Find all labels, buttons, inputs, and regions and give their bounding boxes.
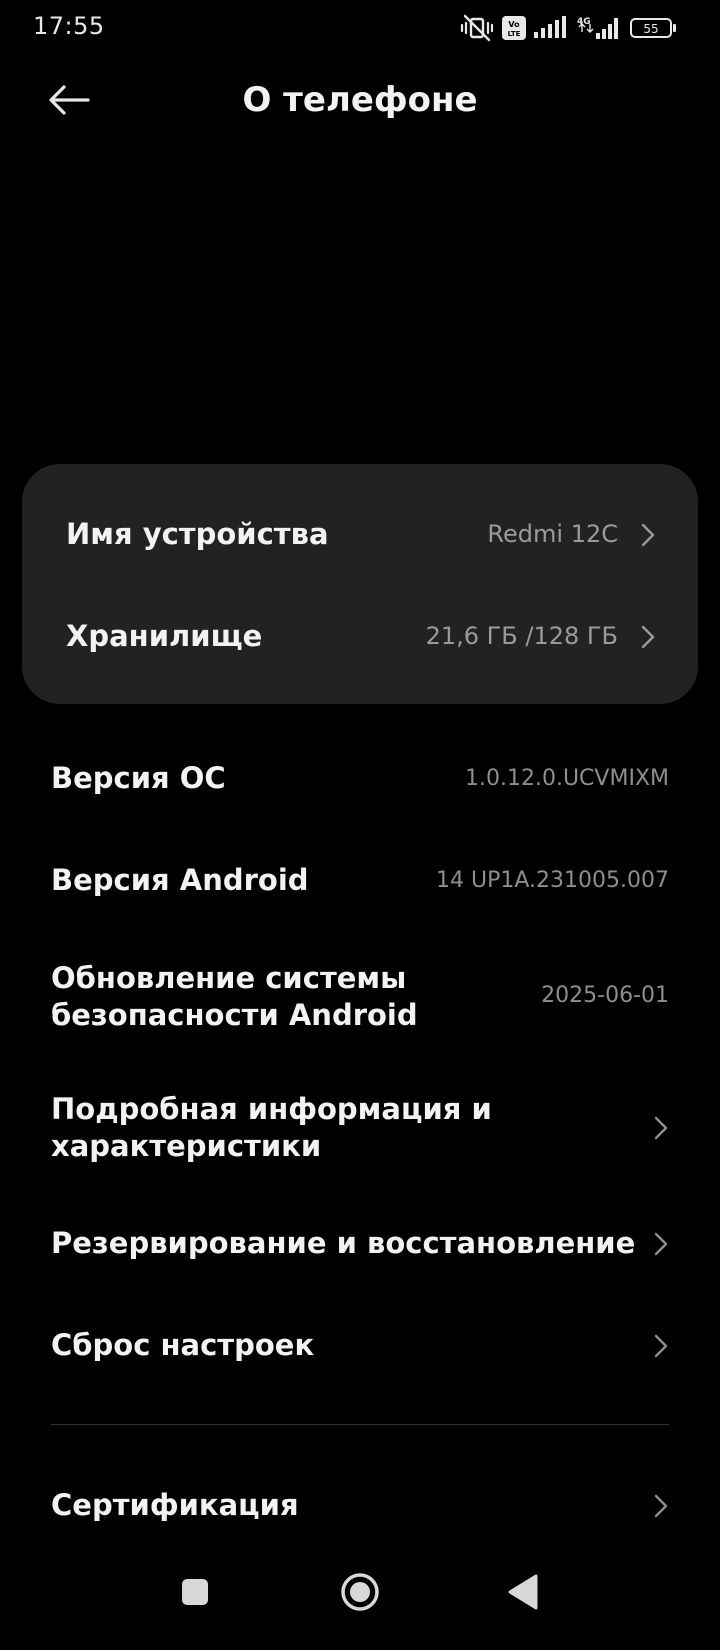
home-button[interactable] [336, 1566, 384, 1618]
chevron-right-icon [654, 1116, 668, 1140]
os-version-row: Версия ОС 1.0.12.0.UCVMIXM [0, 752, 720, 806]
android-version-value: 14 UP1A.231005.007 [436, 868, 669, 893]
battery-icon: 55 [630, 16, 678, 40]
os-version-label: Версия ОС [51, 761, 226, 795]
os-version-value: 1.0.12.0.UCVMIXM [465, 766, 669, 791]
home-circle-icon [341, 1573, 379, 1611]
recents-button[interactable] [170, 1570, 220, 1614]
device-card: Имя устройства Redmi 12C Хранилище 21,6 … [22, 464, 698, 704]
chevron-right-icon [641, 523, 655, 547]
storage-label: Хранилище [66, 619, 263, 653]
android-version-row: Версия Android 14 UP1A.231005.007 [0, 854, 720, 908]
backup-label: Резервирование и восстановление [51, 1226, 636, 1260]
navigation-bar [0, 1560, 720, 1650]
device-name-label: Имя устройства [66, 517, 329, 551]
status-bar: 17:55 Vo LTE 4G 55 [0, 0, 720, 56]
chevron-right-icon [654, 1232, 668, 1256]
back-triangle-icon [508, 1574, 538, 1610]
header: О телефоне [0, 70, 720, 134]
chevron-right-icon [641, 625, 655, 649]
recents-square-icon [182, 1579, 208, 1605]
reset-row[interactable]: Сброс настроек [0, 1327, 720, 1367]
storage-value: 21,6 ГБ /128 ГБ [425, 622, 618, 650]
volte-icon: Vo LTE [502, 16, 526, 40]
chevron-right-icon [654, 1334, 668, 1358]
certification-row[interactable]: Сертификация [0, 1487, 720, 1527]
security-update-value: 2025-06-01 [541, 983, 669, 1008]
chevron-right-icon [654, 1494, 668, 1518]
vibrate-mute-icon [460, 14, 494, 42]
page-title: О телефоне [242, 80, 478, 120]
reset-label: Сброс настроек [51, 1328, 315, 1362]
divider [51, 1424, 669, 1425]
details-label-line2: характеристики [51, 1129, 322, 1163]
details-label-line1: Подробная информация и [51, 1092, 492, 1126]
back-nav-button[interactable] [500, 1568, 548, 1616]
svg-text:LTE: LTE [508, 30, 521, 38]
backup-row[interactable]: Резервирование и восстановление [0, 1225, 720, 1265]
4g-signal-icon: 4G [576, 15, 622, 41]
storage-row[interactable]: Хранилище 21,6 ГБ /128 ГБ [22, 588, 698, 684]
android-version-label: Версия Android [51, 863, 309, 897]
certification-label: Сертификация [51, 1488, 299, 1522]
status-time: 17:55 [33, 12, 105, 40]
security-update-row: Обновление системы безопасности Android … [0, 960, 720, 1038]
status-icons: Vo LTE 4G 55 [460, 14, 678, 42]
device-name-row[interactable]: Имя устройства Redmi 12C [22, 486, 698, 582]
battery-level: 55 [643, 22, 658, 36]
security-update-label-line2: безопасности Android [51, 998, 418, 1032]
signal-icon [534, 16, 568, 40]
details-row[interactable]: Подробная информация и характеристики [0, 1091, 720, 1169]
svg-text:Vo: Vo [508, 20, 520, 29]
device-name-value: Redmi 12C [487, 520, 618, 548]
security-update-label-line1: Обновление системы [51, 961, 407, 995]
